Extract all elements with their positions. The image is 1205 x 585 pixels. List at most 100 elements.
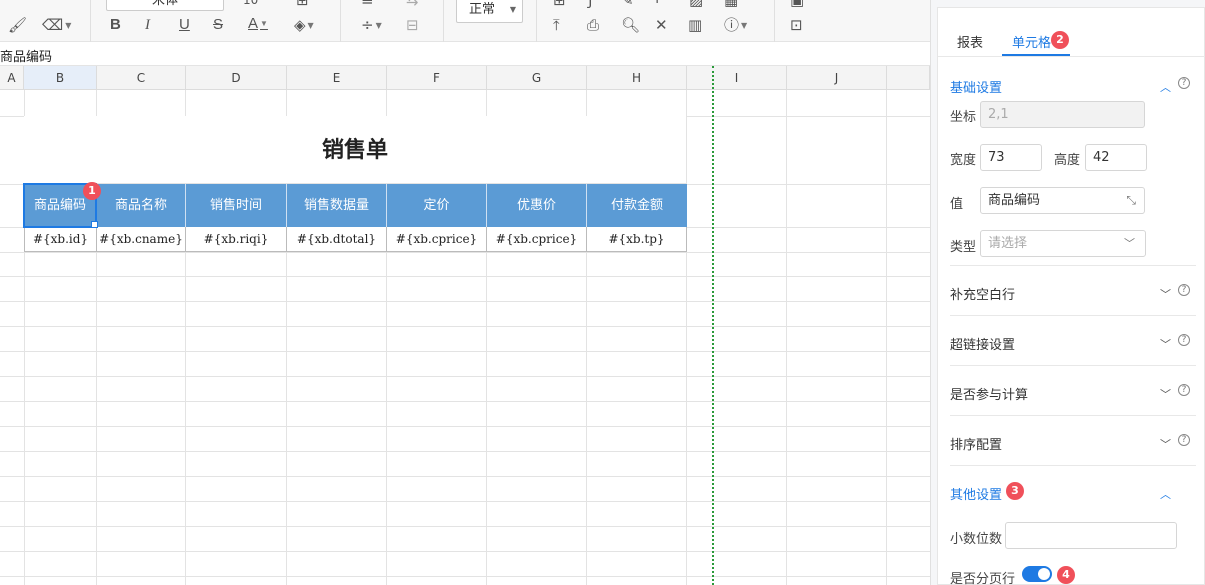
step-badge-1: 1 [83,182,101,200]
help-icon[interactable]: ⓘ ▼ [724,17,747,34]
header-cell[interactable]: 付款金额 [587,184,687,227]
expand-icon[interactable]: ⤡ [1126,188,1136,213]
grid-line [786,90,787,585]
merge-icon[interactable]: ⊟ [406,17,419,33]
data-source-icon[interactable]: ▥ [688,17,702,33]
upload-icon[interactable]: ⤒ [553,17,560,33]
column-header-h[interactable]: H [587,66,687,90]
column-header-a[interactable]: A [0,66,24,90]
valign-icon[interactable]: ÷ ▼ [361,17,382,34]
column-header-c[interactable]: C [97,66,186,90]
formula-icon[interactable]: ƒ [588,0,593,8]
table-icon[interactable]: ⊞ [296,0,309,8]
height-field[interactable]: 42 [1085,144,1147,171]
chevron-down-icon: ▼ [260,19,268,29]
field-cell[interactable]: #{xb.dtotal} [287,227,387,252]
field-cell[interactable]: #{xb.tp} [587,227,687,252]
column-header-i[interactable]: I [687,66,787,90]
field-cell[interactable]: #{xb.riqi} [186,227,287,252]
tab-report[interactable]: 报表 [957,32,983,51]
type-select[interactable]: 请选择 ﹀ [980,230,1146,257]
chevron-down-icon[interactable]: ﹀ [1160,286,1171,302]
align-icon[interactable]: ≡ [361,0,374,8]
width-field[interactable]: 73 [980,144,1042,171]
column-header-g[interactable]: G [487,66,587,90]
grid-line [0,526,930,527]
section-calculation[interactable]: 是否参与计算 [950,384,1028,403]
strikethrough-button[interactable]: S [213,17,223,33]
formula-bar[interactable]: 商品编码 [0,42,930,66]
chart-icon[interactable]: ⌐ [655,0,668,8]
column-header-e[interactable]: E [287,66,387,90]
section-basic-settings[interactable]: 基础设置 [950,77,1002,96]
spreadsheet-grid[interactable]: A B C D E F G H I J 销售单 商品编码 商品名称 销售时间 销… [0,66,930,585]
chevron-down-icon[interactable]: ﹀ [1160,336,1171,352]
sign-icon[interactable]: ✎ [621,0,634,8]
section-hyperlink[interactable]: 超链接设置 [950,334,1015,353]
grid-line [0,576,930,577]
number-format-value: 正常 [469,2,496,17]
divider [950,265,1196,266]
help-icon[interactable]: ? [1178,77,1190,89]
barcode-icon[interactable]: ▦ [724,0,738,8]
grid-line [0,326,930,327]
toolbar-divider [90,0,91,42]
font-family-select[interactable]: 宋体 [106,0,224,11]
print-icon[interactable]: ⎙ [587,17,599,33]
column-header-d[interactable]: D [186,66,287,90]
report-title[interactable]: 销售单 [24,116,686,184]
value-label: 值 [950,197,964,212]
grid-line [886,90,887,585]
section-sort[interactable]: 排序配置 [950,434,1002,453]
section-other-settings[interactable]: 其他设置 [950,484,1002,503]
column-header-f[interactable]: F [387,66,487,90]
chevron-up-icon[interactable]: ︿ [1160,79,1171,95]
help-icon[interactable]: ? [1178,284,1190,296]
layout-icon[interactable]: ▣ [790,0,804,8]
toggle-knob [1038,568,1050,580]
field-cell[interactable]: #{xb.id} [24,227,97,252]
column-header-k[interactable] [887,66,930,90]
font-size-select[interactable]: 10 [243,0,258,7]
header-cell[interactable]: 商品名称 [97,184,186,227]
grid-icon[interactable]: ⊞ [553,0,566,8]
search-icon[interactable]: 🔍︎ [621,17,640,33]
fill-color-icon[interactable]: ◈ ▼ [294,17,314,34]
field-cell[interactable]: #{xb.cname} [97,227,186,252]
fill-handle[interactable] [91,221,98,228]
header-cell[interactable]: 销售数据量 [287,184,387,227]
grid-line [0,551,930,552]
chevron-up-icon[interactable]: ︿ [1160,486,1171,502]
column-header-b[interactable]: B [24,66,97,90]
font-color-icon[interactable]: A ▼ [248,16,268,32]
page-break-line [712,66,714,585]
grid-line [0,376,930,377]
paging-toggle[interactable] [1022,566,1052,582]
decimal-field[interactable] [1005,522,1177,549]
section-fill-blank-rows[interactable]: 补充空白行 [950,284,1015,303]
help-icon[interactable]: ? [1178,334,1190,346]
field-cell[interactable]: #{xb.cprice} [387,227,487,252]
value-field[interactable]: 商品编码 ⤡ [980,187,1145,214]
tab-cell[interactable]: 单元格 [1012,32,1051,51]
header-cell[interactable]: 优惠价 [487,184,587,227]
header-cell[interactable]: 定价 [387,184,487,227]
italic-button[interactable]: I [145,17,150,33]
help-icon[interactable]: ? [1178,384,1190,396]
field-cell[interactable]: #{xb.cprice} [487,227,587,252]
type-label: 类型 [950,240,977,255]
format-painter-icon[interactable]: 🖌 [8,17,27,33]
number-format-select[interactable]: 正常 ▼ [456,0,523,23]
chevron-down-icon[interactable]: ﹀ [1160,386,1171,402]
chevron-down-icon[interactable]: ﹀ [1160,436,1171,452]
eraser-icon[interactable]: ⌫ ▼ [42,17,71,34]
underline-button[interactable]: U [179,17,190,33]
tools-icon[interactable]: ✕ [655,17,668,33]
help-icon[interactable]: ? [1178,434,1190,446]
freeze-icon[interactable]: ⊡ [790,17,803,33]
bold-button[interactable]: B [110,17,121,33]
column-header-j[interactable]: J [787,66,887,90]
wrap-icon[interactable]: ⇆ [406,0,419,8]
header-cell[interactable]: 销售时间 [186,184,287,227]
image-icon[interactable]: ▨ [689,0,703,8]
